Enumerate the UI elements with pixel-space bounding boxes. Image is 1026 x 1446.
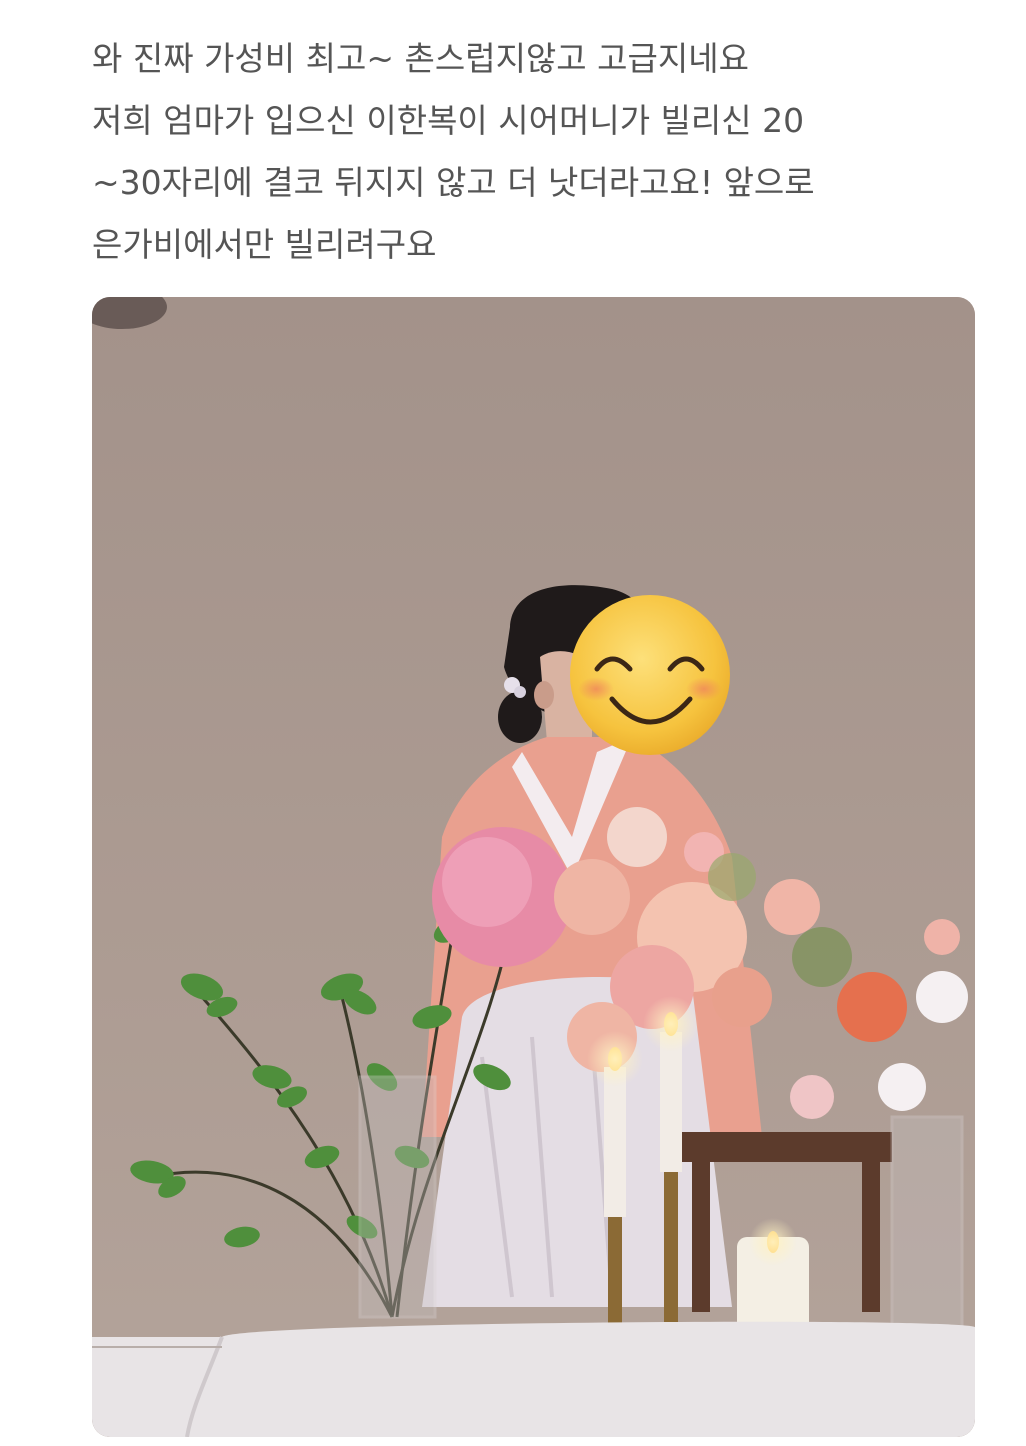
review-text: 와 진짜 가성비 최고~ 촌스럽지않고 고급지네요 저희 엄마가 입으신 이한복…	[92, 28, 982, 276]
review-line: 와 진짜 가성비 최고~ 촌스럽지않고 고급지네요	[92, 39, 749, 78]
review-line: ~30자리에 결코 뒤지지 않고 더 낫더라고요! 앞으로	[92, 163, 815, 202]
glass-vase	[358, 1075, 437, 1319]
review-line: 저희 엄마가 입으신 이한복이 시어머니가 빌리신 20	[92, 101, 805, 140]
review-line: 은가비에서만 빌리려구요	[92, 225, 437, 264]
review-photo[interactable]	[92, 297, 975, 1437]
smiling-face-icon	[570, 595, 730, 755]
photo-illustration	[92, 297, 975, 1437]
tablecloth	[92, 1321, 975, 1437]
